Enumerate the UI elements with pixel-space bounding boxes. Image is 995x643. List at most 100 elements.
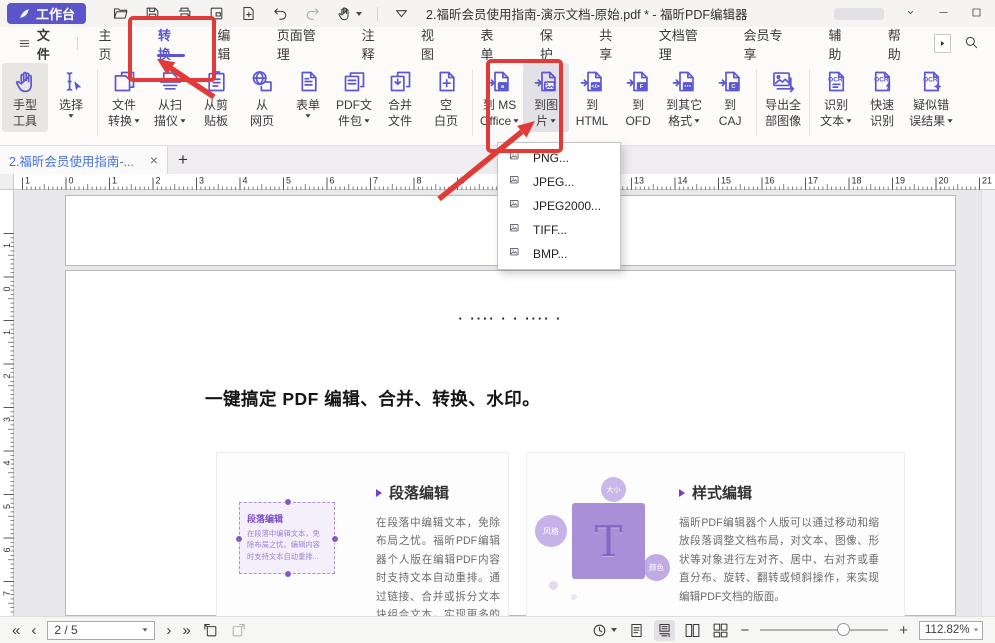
qat-open-folder[interactable] [112, 5, 129, 22]
facing-page-button[interactable] [684, 622, 701, 639]
button-label: 文件 [112, 98, 136, 114]
to-other-format-icon [671, 68, 698, 95]
menu-item-png[interactable]: PNG... [498, 146, 620, 170]
tab-protect[interactable]: 保护 [523, 27, 582, 60]
form-button[interactable]: 表单 [285, 63, 331, 121]
to-caj-button[interactable]: C到CAJ [707, 63, 753, 132]
button-label: 网页 [250, 114, 274, 130]
merge-files-button[interactable]: 合并文件 [377, 63, 423, 132]
ribbon-expand-button[interactable] [934, 34, 951, 53]
last-page-button[interactable]: » [182, 623, 190, 638]
tab-convert[interactable]: 转换 [141, 27, 200, 60]
from-webpage-button[interactable]: 从网页 [239, 63, 285, 132]
ribbon-group-divider [756, 69, 757, 136]
close-tab-icon[interactable]: × [150, 153, 158, 167]
window-maximize-button[interactable] [970, 6, 983, 22]
to-html-button[interactable]: </>到HTML [569, 63, 615, 132]
zoom-out-button[interactable]: − [740, 622, 749, 639]
qat-print[interactable] [176, 5, 193, 22]
to-image-button[interactable]: 到图片 [523, 63, 569, 132]
zoom-level-input[interactable]: 112.82% [919, 621, 983, 640]
undo-icon [272, 5, 289, 22]
ocr-text-button[interactable]: OCR识别文本 [813, 63, 859, 132]
to-caj-icon: C [717, 68, 744, 95]
prev-view-icon[interactable] [202, 622, 219, 639]
from-clipboard-button[interactable]: 从剪贴板 [193, 63, 239, 132]
button-label: HTML [576, 114, 609, 130]
export-all-images-button[interactable]: 导出全部图像 [760, 63, 806, 132]
ribbon-group-divider [97, 69, 98, 136]
tab-assist[interactable]: 辅助 [811, 27, 870, 60]
prev-page-button[interactable]: ‹ [31, 623, 36, 638]
quick-ocr-button[interactable]: OCR快速识别 [859, 63, 905, 132]
qat-save[interactable] [144, 5, 161, 22]
tab-comment[interactable]: 注释 [345, 27, 404, 60]
to-other-format-button[interactable]: 到其它格式 [661, 63, 707, 132]
to-ofd-button[interactable]: F到OFD [615, 63, 661, 132]
reading-time-icon [591, 622, 608, 639]
button-label: 表单 [296, 98, 320, 114]
button-label: Office [480, 114, 519, 130]
tab-edit[interactable]: 编辑 [200, 27, 259, 60]
svg-text:7: 7 [373, 176, 378, 186]
reading-time-button[interactable] [591, 622, 617, 639]
caret-down-icon [847, 120, 852, 123]
menu-item-label: PNG... [533, 151, 569, 165]
select-button[interactable]: 选择 [48, 63, 94, 121]
continuous-page-button[interactable] [656, 622, 673, 639]
tab-page-manage[interactable]: 页面管理 [260, 27, 345, 60]
button-label: 手型 [13, 98, 37, 114]
qat-toolbar-collapse[interactable] [393, 5, 410, 22]
to-ofd-icon: F [625, 68, 652, 95]
zoom-slider[interactable] [760, 629, 888, 631]
next-view-icon[interactable] [230, 622, 247, 639]
tab-doc-manage[interactable]: 文档管理 [642, 27, 727, 60]
window-account-chevron-button[interactable] [904, 6, 917, 22]
tab-member[interactable]: 会员专享 [727, 27, 812, 60]
qat-redo[interactable] [304, 5, 321, 22]
from-scanner-button[interactable]: 从扫描仪 [147, 63, 193, 132]
tab-home[interactable]: 主页 [82, 27, 141, 60]
to-ms-office-button[interactable]: a到 MSOffice [476, 63, 523, 132]
blank-page-button[interactable]: 空白页 [423, 63, 469, 132]
tab-help[interactable]: 帮助 [871, 27, 930, 60]
document-tab[interactable]: 2.福昕会员使用指南-... × [0, 146, 168, 174]
tab-view[interactable]: 视图 [404, 27, 463, 60]
search-button[interactable] [963, 34, 979, 53]
menu-item-jpeg2000[interactable]: JPEG2000... [498, 194, 620, 218]
caret-down-icon [180, 120, 185, 123]
tab-share[interactable]: 共享 [582, 27, 641, 60]
ocr-suspects-button[interactable]: OCR疑似错误结果 [905, 63, 957, 132]
tab-form[interactable]: 表单 [463, 27, 522, 60]
qat-add-page[interactable] [240, 5, 257, 22]
next-page-button[interactable]: › [166, 623, 171, 638]
workspace-button[interactable]: 工作台 [7, 3, 86, 24]
to-office-icon: a [486, 68, 513, 95]
ribbon-group: OCR识别文本OCR快速识别OCR疑似错误结果 [813, 63, 957, 142]
zoom-slider-knob[interactable] [837, 623, 850, 636]
page-2: · ···· · · ···· · 一键搞定 PDF 编辑、合并、转换、水印。 … [65, 270, 956, 616]
svg-text:F: F [639, 84, 643, 90]
zoom-in-button[interactable]: + [899, 622, 908, 639]
qat-undo[interactable] [272, 5, 289, 22]
facing-continuous-button[interactable] [712, 622, 729, 639]
file-convert-button[interactable]: 文件转换 [101, 63, 147, 132]
menu-item-jpeg[interactable]: JPEG... [498, 170, 620, 194]
single-page-button[interactable] [628, 622, 645, 639]
first-page-button[interactable]: « [12, 623, 20, 638]
new-tab-button[interactable]: + [168, 150, 198, 170]
window-minimize-button[interactable] [937, 6, 950, 22]
menu-bar: 文件 主页转换编辑页面管理注释视图表单保护共享文档管理会员专享辅助帮助 [0, 27, 995, 60]
page-number-input[interactable]: 2 / 5 [47, 621, 155, 640]
menu-item-bmp[interactable]: BMP... [498, 242, 620, 266]
menu-item-tiff[interactable]: TIFF... [498, 218, 620, 242]
qat-hand-quick[interactable] [336, 5, 362, 22]
qat-snapshot[interactable] [208, 5, 225, 22]
caret-right-icon [938, 39, 947, 48]
vertical-scrollbar[interactable] [981, 190, 995, 616]
window-controls [904, 6, 983, 22]
image-file-icon [508, 223, 524, 237]
hand-tool-button[interactable]: 手型工具 [2, 63, 48, 132]
pdf-package-button[interactable]: PDF文件包 [331, 63, 377, 132]
file-menu-button[interactable]: 文件 [8, 25, 73, 63]
